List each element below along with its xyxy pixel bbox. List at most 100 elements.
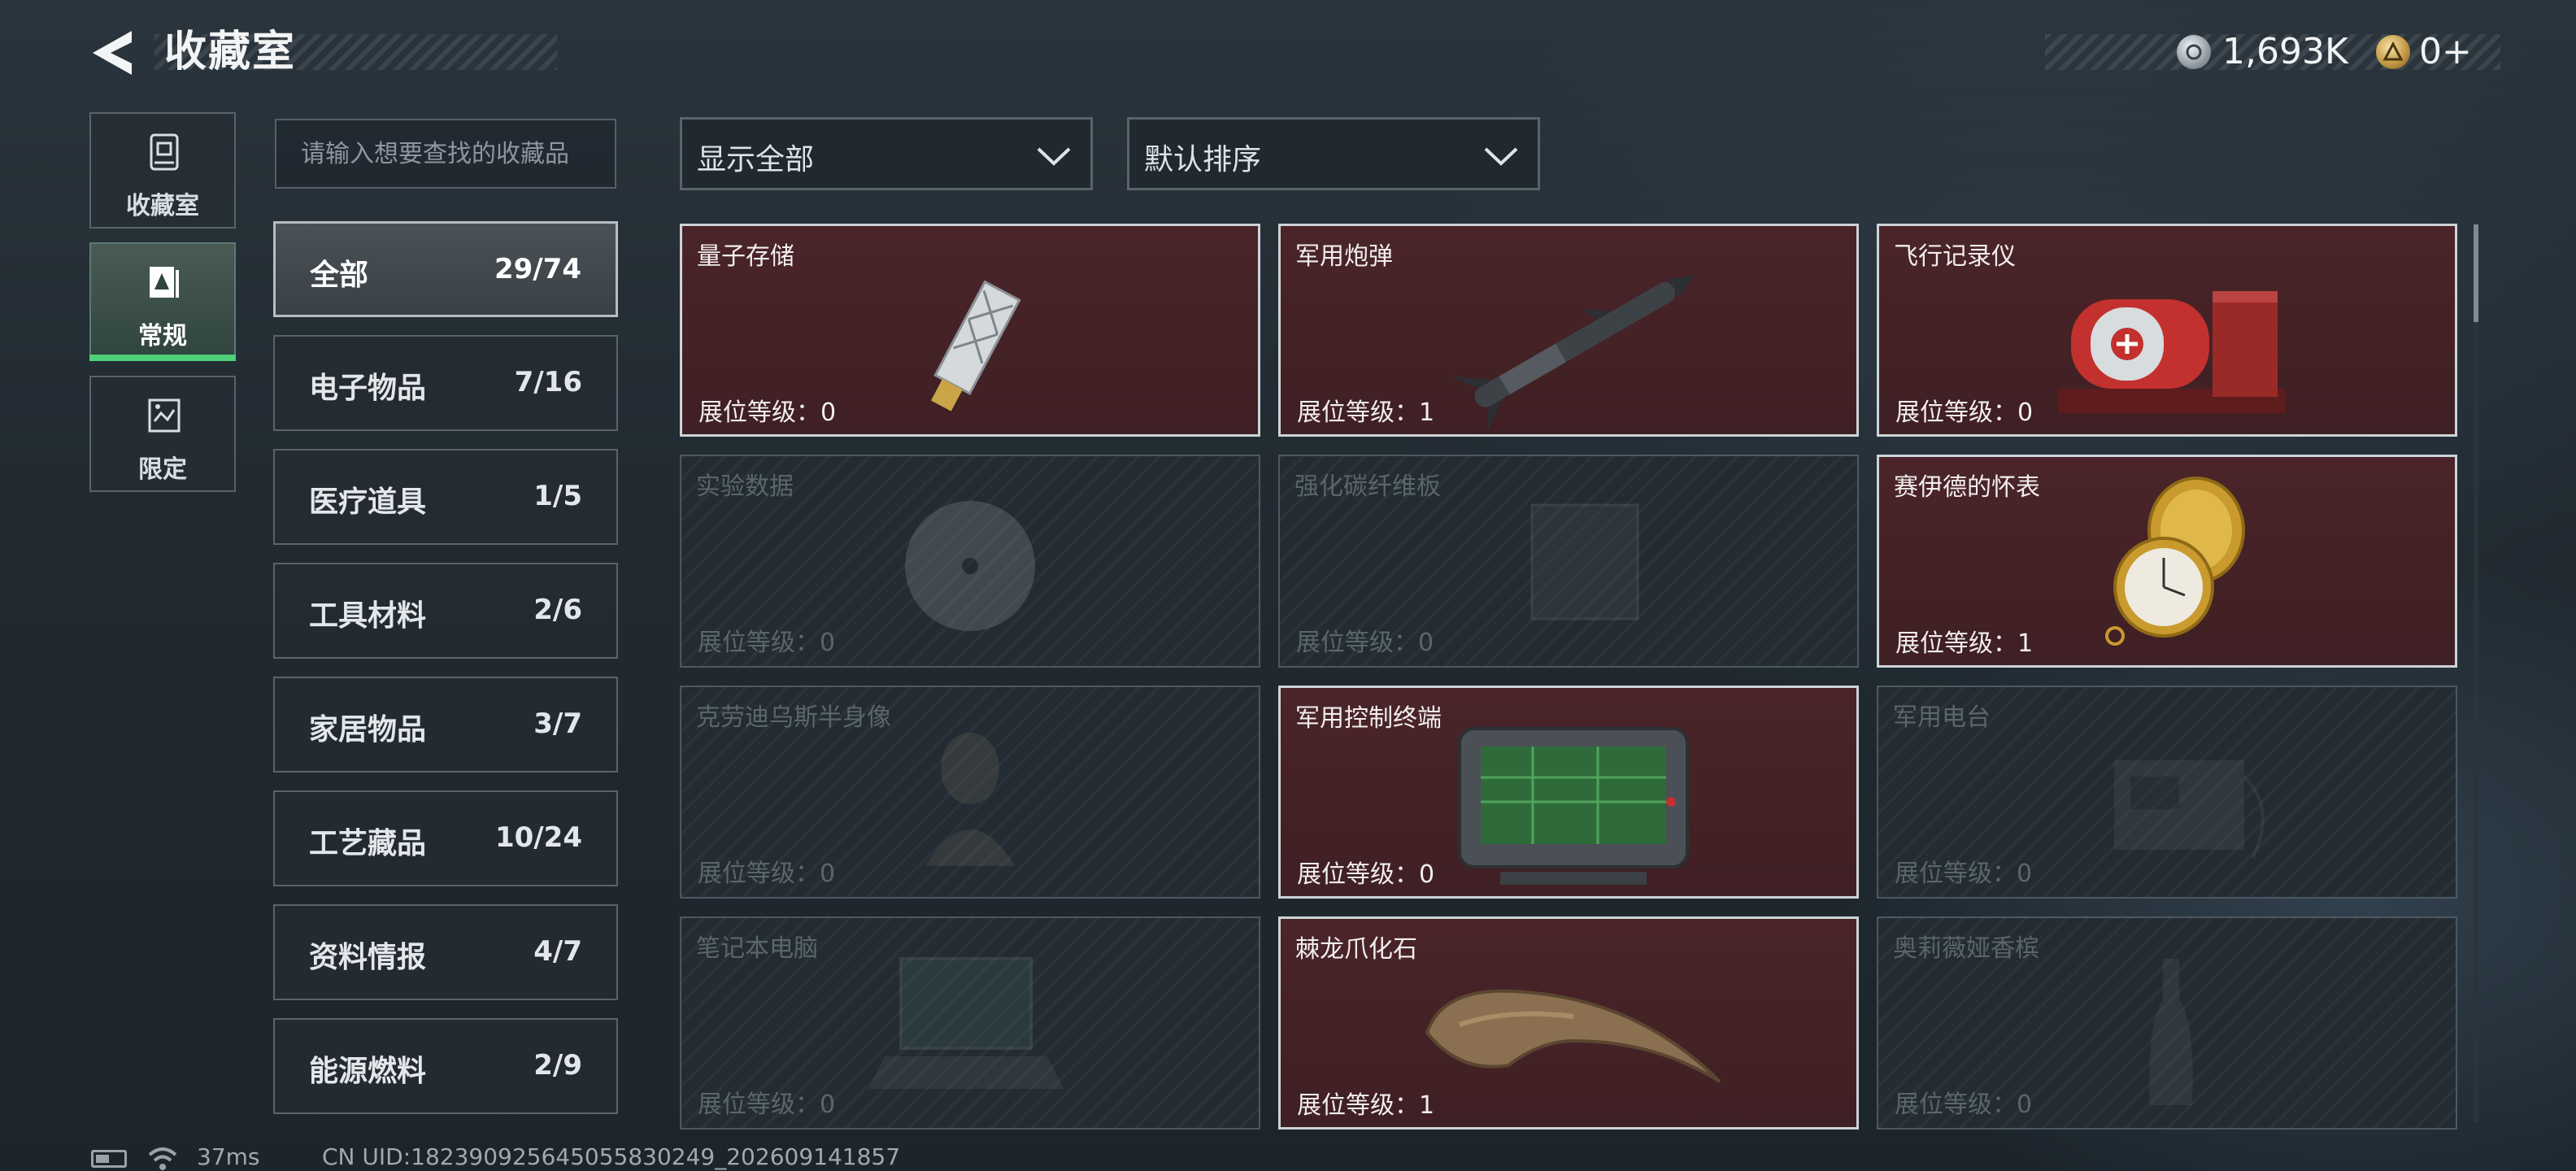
item-name: 军用炮弹 — [1295, 242, 1393, 271]
silver-currency-value: 1,693K — [2222, 31, 2348, 72]
category-energy[interactable]: 能源燃料 2/9 — [273, 1018, 618, 1114]
nav-regular[interactable]: 常规 — [89, 242, 236, 359]
category-count: 10/24 — [494, 821, 582, 854]
item-level: 展位等级：1 — [1297, 1091, 1435, 1120]
item-level: 展位等级：0 — [1895, 398, 2034, 427]
silver-coin-icon — [2177, 35, 2211, 69]
item-card-laptop[interactable]: 笔记本电脑 展位等级：0 — [680, 916, 1260, 1130]
item-card-military-radio[interactable]: 军用电台 展位等级：0 — [1877, 686, 2457, 899]
search-box[interactable] — [275, 119, 616, 189]
nav-collection-room[interactable]: 收藏室 — [89, 112, 236, 229]
category-label: 资料情报 — [309, 941, 427, 974]
regular-icon — [150, 267, 179, 298]
item-name: 奥莉薇娅香槟 — [1893, 934, 2039, 963]
item-name: 棘龙爪化石 — [1295, 935, 1417, 964]
category-count: 29/74 — [494, 253, 581, 285]
item-name: 赛伊德的怀表 — [1894, 473, 2040, 502]
laptop-icon — [868, 957, 1064, 1089]
item-level: 展位等级：0 — [1297, 860, 1435, 889]
nav-label: 限定 — [138, 455, 187, 484]
category-label: 全部 — [310, 259, 369, 292]
category-count: 7/16 — [514, 366, 582, 398]
category-medical[interactable]: 医疗道具 1/5 — [273, 449, 618, 545]
claw-fossil-icon — [1425, 989, 1721, 1083]
category-label: 工艺藏品 — [309, 827, 427, 860]
item-level: 展位等级：0 — [698, 860, 836, 888]
nav-label: 常规 — [138, 322, 187, 350]
ping-value: 37ms — [197, 1143, 260, 1170]
category-count: 2/9 — [533, 1049, 582, 1082]
category-intel[interactable]: 资料情报 4/7 — [273, 904, 618, 1000]
category-count: 4/7 — [533, 935, 582, 968]
dropdown-label: 默认排序 — [1144, 143, 1262, 176]
battery-icon — [91, 1150, 127, 1168]
item-name: 实验数据 — [696, 472, 794, 501]
display-filter-dropdown[interactable]: 显示全部 — [680, 117, 1093, 190]
item-level: 展位等级：0 — [1895, 860, 2033, 888]
category-count: 2/6 — [533, 594, 582, 626]
item-name: 军用电台 — [1893, 703, 1991, 732]
dropdown-label: 显示全部 — [697, 143, 815, 176]
item-card-pocket-watch[interactable]: 赛伊德的怀表 展位等级：1 — [1877, 455, 2457, 668]
item-card-olivia-champagne[interactable]: 奥莉薇娅香槟 展位等级：0 — [1877, 916, 2457, 1130]
nav-label: 收藏室 — [126, 192, 199, 220]
item-name: 笔记本电脑 — [696, 934, 818, 963]
item-level: 展位等级：1 — [1297, 398, 1435, 427]
item-card-spinosaurus-claw[interactable]: 棘龙爪化石 展位等级：1 — [1278, 916, 1859, 1130]
item-card-flight-recorder[interactable]: 飞行记录仪 展位等级：0 — [1877, 224, 2457, 437]
active-tab-indicator — [89, 355, 236, 361]
flight-recorder-icon — [2058, 291, 2286, 413]
item-level: 展位等级：0 — [698, 629, 836, 657]
item-name: 量子存储 — [697, 242, 794, 271]
search-input[interactable] — [276, 120, 615, 187]
item-name: 强化碳纤维板 — [1295, 472, 1441, 501]
missile-icon — [1452, 275, 1695, 429]
item-level: 展位等级：0 — [698, 1090, 836, 1119]
user-uid: CN UID:18239092564505583024​9_2026091418… — [322, 1143, 901, 1170]
item-card-military-shell[interactable]: 军用炮弹 展位等级：1 — [1278, 224, 1859, 437]
control-terminal-icon — [1458, 727, 1689, 885]
item-level: 展位等级：1 — [1895, 629, 2034, 658]
item-name: 飞行记录仪 — [1894, 242, 2016, 271]
champagne-icon — [2149, 959, 2193, 1105]
item-card-carbon-fiber-plate[interactable]: 强化碳纤维板 展位等级：0 — [1278, 455, 1859, 668]
chevron-down-icon — [1484, 147, 1518, 166]
category-label: 医疗道具 — [309, 485, 427, 519]
item-card-quantum-storage[interactable]: 量子存储 展位等级：0 — [680, 224, 1260, 437]
gold-coin-icon — [2376, 35, 2410, 69]
category-count: 1/5 — [533, 480, 582, 512]
grid-scrollbar[interactable] — [2474, 224, 2478, 1122]
category-count: 3/7 — [533, 707, 582, 740]
category-crafts[interactable]: 工艺藏品 10/24 — [273, 790, 618, 886]
item-card-experiment-data[interactable]: 实验数据 展位等级：0 — [680, 455, 1260, 668]
category-label: 电子物品 — [309, 372, 427, 405]
category-household[interactable]: 家居物品 3/7 — [273, 677, 618, 773]
gold-currency-value: 0+ — [2419, 31, 2472, 72]
category-label: 能源燃料 — [309, 1055, 427, 1088]
carbon-plate-icon — [1530, 503, 1639, 620]
wifi-icon — [148, 1147, 177, 1170]
pocket-watch-icon — [2105, 477, 2245, 646]
item-name: 克劳迪乌斯半身像 — [696, 703, 891, 732]
category-electronics[interactable]: 电子物品 7/16 — [273, 335, 618, 431]
grid-scroll-thumb[interactable] — [2474, 224, 2478, 322]
item-name: 军用控制终端 — [1295, 704, 1442, 733]
back-arrow-icon[interactable] — [89, 28, 138, 78]
nav-limited[interactable]: 限定 — [89, 376, 236, 492]
disc-icon — [905, 501, 1035, 631]
item-card-claudius-bust[interactable]: 克劳迪乌斯半身像 展位等级：0 — [680, 686, 1260, 899]
item-level: 展位等级：0 — [1296, 629, 1434, 657]
radio-icon — [2114, 760, 2265, 859]
category-label: 工具材料 — [309, 599, 427, 633]
usb-drive-icon — [930, 280, 1021, 411]
item-card-military-terminal[interactable]: 军用控制终端 展位等级：0 — [1278, 686, 1859, 899]
limited-icon — [148, 398, 181, 433]
category-all[interactable]: 全部 29/74 — [273, 221, 618, 317]
bust-icon — [925, 733, 1015, 866]
page-title: 收藏室 — [164, 28, 297, 76]
chevron-down-icon — [1037, 147, 1071, 166]
item-level: 展位等级：0 — [698, 398, 837, 427]
sort-dropdown[interactable]: 默认排序 — [1127, 117, 1540, 190]
category-tools[interactable]: 工具材料 2/6 — [273, 563, 618, 659]
collection-room-icon — [150, 133, 179, 171]
